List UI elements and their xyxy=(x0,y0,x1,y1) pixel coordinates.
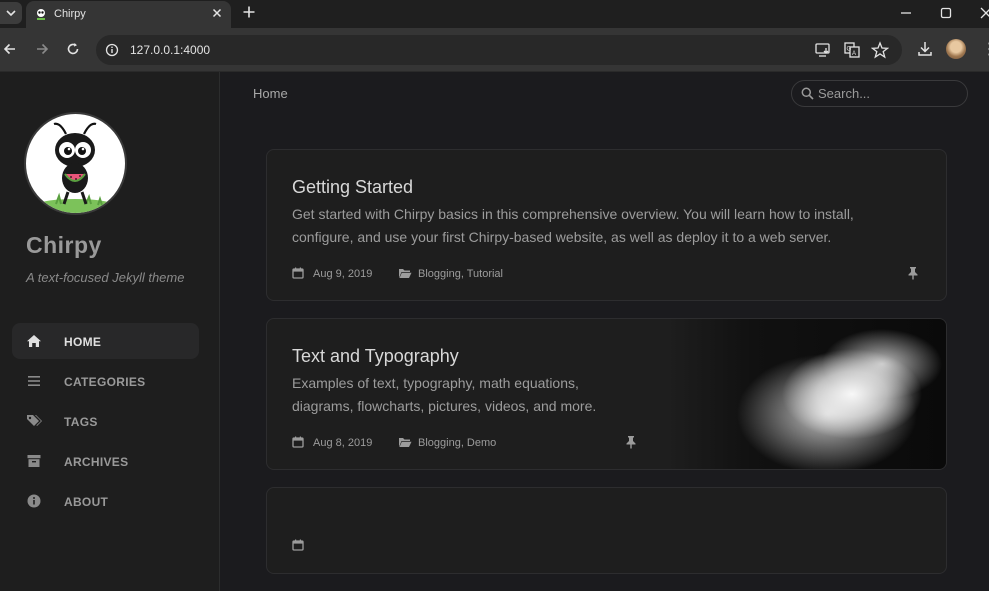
forward-arrow-icon[interactable] xyxy=(34,41,50,57)
post-categories: Blogging, Demo xyxy=(418,437,497,449)
sidebar-item-label: HOME xyxy=(64,335,102,349)
tab-title: Chirpy xyxy=(54,8,86,20)
chevron-down-icon xyxy=(6,10,16,17)
search-icon xyxy=(801,87,814,100)
breadcrumb: Home xyxy=(253,86,288,101)
close-tab-icon[interactable] xyxy=(210,6,224,20)
reload-icon[interactable] xyxy=(65,41,81,57)
sidebar-item-label: ABOUT xyxy=(64,495,109,509)
site-favicon-icon xyxy=(37,9,45,20)
sidebar-item-archives[interactable]: ARCHIVES xyxy=(12,443,199,479)
search-input[interactable] xyxy=(818,84,958,103)
address-bar[interactable]: 127.0.0.1:4000 GA xyxy=(96,35,902,65)
maximize-icon[interactable] xyxy=(938,5,954,21)
sidebar-item-categories[interactable]: CATEGORIES xyxy=(12,363,199,399)
site-avatar[interactable] xyxy=(24,112,127,215)
url-text: 127.0.0.1:4000 xyxy=(130,43,211,57)
tags-icon xyxy=(27,415,42,426)
new-tab-icon[interactable] xyxy=(242,5,256,19)
calendar-icon xyxy=(292,267,304,279)
svg-text:A: A xyxy=(852,51,856,57)
archive-icon xyxy=(27,455,41,467)
pin-icon xyxy=(626,436,636,449)
post-card[interactable]: Getting Started Get started with Chirpy … xyxy=(266,149,947,301)
site-info-icon[interactable] xyxy=(105,43,119,57)
calendar-icon xyxy=(292,539,304,551)
sidebar: Chirpy A text-focused Jekyll theme HOME … xyxy=(0,72,220,591)
folder-open-icon xyxy=(399,438,412,447)
back-arrow-icon[interactable] xyxy=(2,41,18,57)
download-icon[interactable] xyxy=(916,40,934,58)
bookmark-star-icon[interactable] xyxy=(871,41,889,59)
browser-tab-active[interactable]: Chirpy xyxy=(26,1,231,28)
post-preview-image xyxy=(667,319,946,469)
post-card[interactable]: Text and Typography Examples of text, ty… xyxy=(266,318,947,470)
calendar-icon xyxy=(292,436,304,448)
minimize-icon[interactable] xyxy=(898,5,914,21)
post-meta: Aug 8, 2019 Blogging, Demo xyxy=(292,436,592,450)
search-box[interactable] xyxy=(791,80,968,107)
browser-tab-bar: Chirpy xyxy=(0,0,989,28)
install-app-icon[interactable] xyxy=(814,41,832,59)
site-title[interactable]: Chirpy xyxy=(26,232,102,259)
site-subtitle: A text-focused Jekyll theme xyxy=(26,270,185,285)
sidebar-item-home[interactable]: HOME xyxy=(12,323,199,359)
folder-open-icon xyxy=(399,269,412,278)
browser-toolbar: 127.0.0.1:4000 GA xyxy=(0,28,989,72)
post-date: Aug 8, 2019 xyxy=(313,437,373,449)
post-date: Aug 9, 2019 xyxy=(313,268,373,280)
home-icon xyxy=(27,335,41,347)
post-meta: Aug 9, 2019 Blogging, Tutorial xyxy=(292,267,592,281)
menu-icon[interactable] xyxy=(981,40,989,58)
svg-text:G: G xyxy=(847,47,852,53)
post-categories: Blogging, Tutorial xyxy=(418,268,503,280)
close-window-icon[interactable] xyxy=(978,5,989,21)
post-title[interactable]: Getting Started xyxy=(292,177,413,198)
sidebar-item-about[interactable]: ABOUT xyxy=(12,483,199,519)
post-meta xyxy=(292,539,592,553)
post-description: Examples of text, typography, math equat… xyxy=(292,375,597,414)
tab-search-button[interactable] xyxy=(0,2,22,24)
post-description: Get started with Chirpy basics in this c… xyxy=(292,206,854,245)
post-title[interactable]: Text and Typography xyxy=(292,346,459,367)
sidebar-item-tags[interactable]: TAGS xyxy=(12,403,199,439)
translate-icon[interactable]: GA xyxy=(843,41,861,59)
post-card[interactable] xyxy=(266,487,947,574)
stream-icon xyxy=(28,376,40,386)
pin-icon xyxy=(908,267,918,280)
page-content: Chirpy A text-focused Jekyll theme HOME … xyxy=(0,72,989,591)
info-circle-icon xyxy=(27,494,41,508)
sidebar-item-label: CATEGORIES xyxy=(64,375,146,389)
sidebar-item-label: ARCHIVES xyxy=(64,455,129,469)
profile-avatar[interactable] xyxy=(946,39,966,59)
ant-mascot-icon xyxy=(35,122,115,213)
sidebar-item-label: TAGS xyxy=(64,415,98,429)
